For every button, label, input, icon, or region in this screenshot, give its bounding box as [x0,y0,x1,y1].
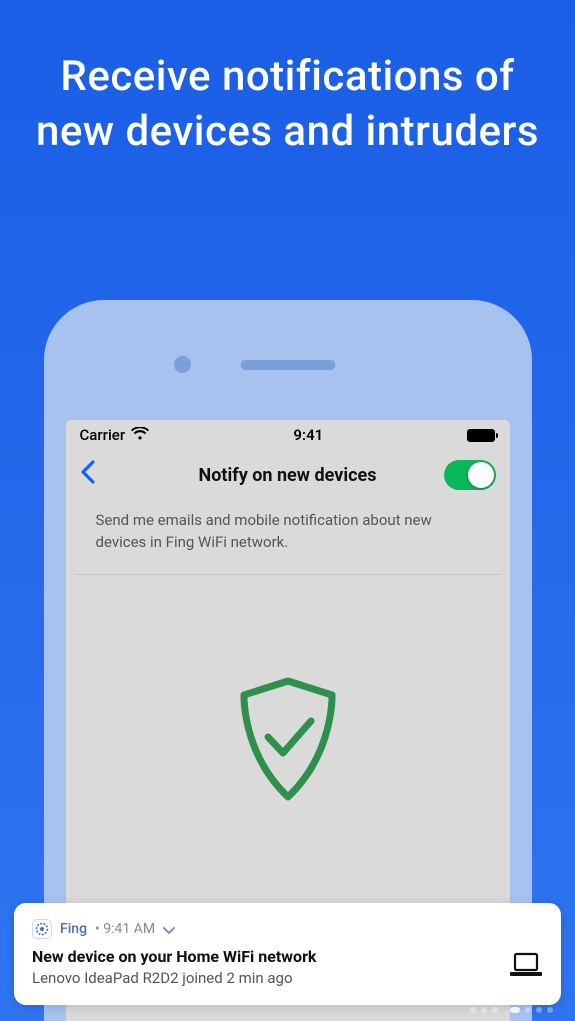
laptop-icon [509,952,543,982]
page-title: Notify on new devices [199,465,377,486]
notification-app-name: Fing [60,921,87,937]
phone-speaker [240,360,335,370]
marketing-background: Receive notifications of new devices and… [0,0,575,1021]
battery-icon [467,429,495,442]
toggle-knob [468,462,494,488]
nav-bar: Notify on new devices [66,450,510,504]
notification-header: Fing • 9:41 AM [32,919,543,939]
status-time: 9:41 [293,426,323,444]
shield-illustration [66,675,510,805]
fing-app-icon [32,919,52,939]
settings-description: Send me emails and mobile notification a… [74,504,502,575]
notification-time: • 9:41 AM [95,921,155,937]
back-button[interactable] [80,460,96,490]
pager-indicator [470,1007,553,1013]
shield-check-icon [233,675,343,805]
notify-toggle[interactable] [444,460,496,490]
notification-title: New device on your Home WiFi network [32,947,316,966]
status-bar: Carrier 9:41 [66,420,510,450]
notification-subtitle: Lenovo IdeaPad R2D2 joined 2 min ago [32,969,316,987]
chevron-down-icon [163,920,175,939]
wifi-icon [131,426,149,444]
carrier-label: Carrier [80,426,126,444]
marketing-headline: Receive notifications of new devices and… [0,0,575,159]
phone-camera-dot [174,356,191,373]
notification-card[interactable]: Fing • 9:41 AM New device on your Home W… [14,903,561,1005]
